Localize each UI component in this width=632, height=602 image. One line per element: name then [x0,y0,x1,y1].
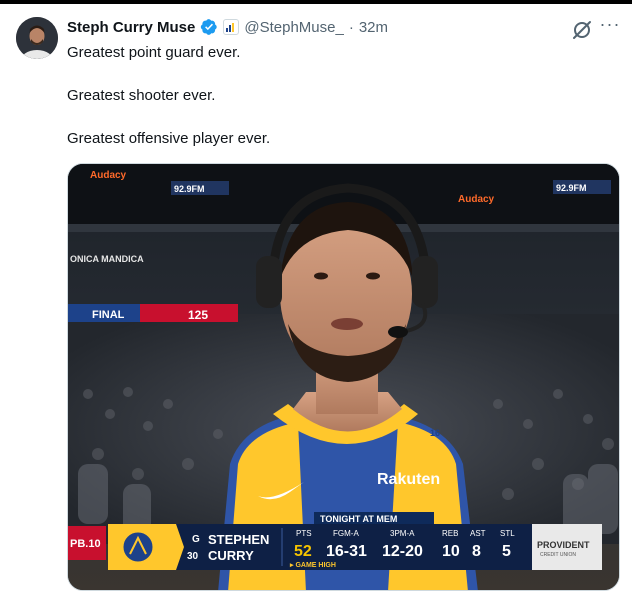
scoreboard-banner: TONIGHT AT MEM [320,514,397,524]
tweet-line: Greatest shooter ever. [67,87,216,104]
stat-label: STL [500,529,515,538]
grok-icon[interactable] [571,19,593,41]
sponsor-name: PROVIDENT [537,540,590,550]
stat-value: 8 [472,543,481,560]
tweet-media[interactable]: Audacy 92.9FM Audacy 92.9FM ONICA MANDIC… [67,163,620,591]
final-label: FINAL [92,309,125,321]
final-score: 125 [188,308,208,322]
stat-value: 16-31 [326,543,367,560]
player-number: 30 [187,551,199,562]
arena-sign: ONICA MANDICA [70,254,144,264]
timestamp[interactable]: 32m [359,19,388,36]
game-high-note: ▸ GAME HIGH [289,562,336,569]
arena-sign: Audacy [458,194,495,205]
affiliate-icon[interactable] [223,19,240,35]
player-first-name: STEPHEN [208,532,269,547]
arena-sign: 92.9FM [556,183,587,193]
avatar[interactable] [16,17,58,59]
player-position: G [192,534,200,545]
tweet-line: Greatest point guard ever. [67,44,241,61]
sponsor-subtitle: CREDIT UNION [540,552,576,558]
stat-label: REB [442,529,458,538]
player-last-name: CURRY [208,548,254,563]
tweet-line: Greatest offensive player ever. [67,130,271,147]
stat-value: 52 [294,543,312,560]
arena-sign: 92.9FM [174,184,205,194]
stat-value: 12-20 [382,543,423,560]
stat-label: 3PM-A [390,529,415,538]
tweet-header: Steph Curry Muse @StephMuse_ · 32m [67,17,388,37]
tweet[interactable]: Steph Curry Muse @StephMuse_ · 32m ··· G… [0,4,632,602]
arena-sign: Audacy [90,170,127,181]
stat-value: 10 [442,543,460,560]
verified-badge-icon [201,19,218,35]
display-name[interactable]: Steph Curry Muse [67,19,195,36]
stat-label: PTS [296,529,312,538]
stat-label: AST [470,529,486,538]
stat-values: 52 16-31 12-20 10 8 5 [294,543,511,560]
separator: · [348,18,354,36]
stat-value: 5 [502,543,511,560]
side-sign: PB.10 [70,538,101,550]
jersey-number: 16 [430,428,440,438]
media-photo[interactable]: Audacy 92.9FM Audacy 92.9FM ONICA MANDIC… [68,164,620,591]
more-options-icon[interactable]: ··· [598,15,622,37]
jersey-sponsor: Rakuten [377,471,440,488]
stat-label: FGM-A [333,529,359,538]
handle[interactable]: @StephMuse_ [244,19,343,36]
